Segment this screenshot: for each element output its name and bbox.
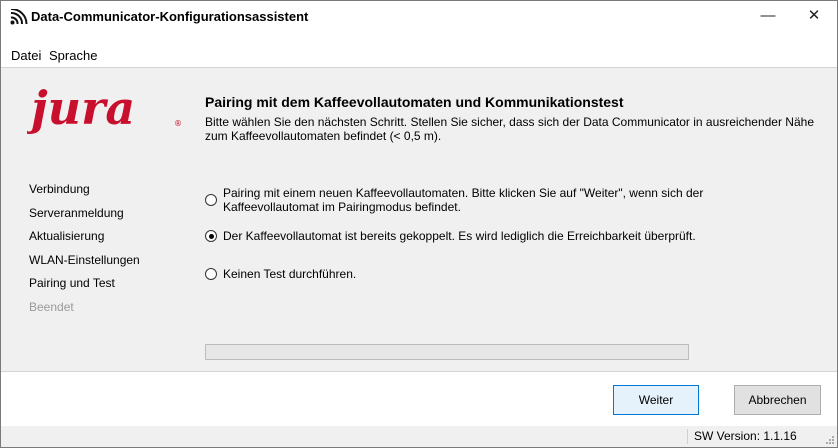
title-bar[interactable]: Data-Communicator-Konfigurationsassisten… bbox=[1, 1, 837, 31]
step-aktualisierung: Aktualisierung bbox=[29, 229, 105, 243]
page-title: Pairing mit dem Kaffeevollautomaten und … bbox=[205, 94, 624, 110]
window-title: Data-Communicator-Konfigurationsassisten… bbox=[31, 9, 309, 24]
jura-logo: jura ® bbox=[27, 81, 182, 135]
software-version: SW Version: 1.1.16 bbox=[694, 429, 797, 443]
resize-grip-icon[interactable] bbox=[825, 435, 835, 445]
wifi-signal-icon bbox=[10, 9, 28, 25]
progress-bar bbox=[205, 344, 689, 360]
menu-sprache[interactable]: Sprache bbox=[49, 46, 97, 66]
svg-text:®: ® bbox=[174, 119, 182, 128]
radio-new-pairing[interactable] bbox=[205, 194, 217, 206]
minimize-button[interactable]: — bbox=[745, 1, 791, 31]
status-bar: SW Version: 1.1.16 bbox=[1, 426, 837, 447]
page-description: Bitte wählen Sie den nächsten Schritt. S… bbox=[205, 115, 814, 143]
step-wlan-einstellungen: WLAN-Einstellungen bbox=[29, 252, 140, 267]
radio-no-test[interactable] bbox=[205, 268, 217, 280]
step-pairing-und-test: Pairing und Test bbox=[29, 276, 115, 290]
step-serveranmeldung: Serveranmeldung bbox=[29, 205, 124, 220]
step-verbindung: Verbindung bbox=[29, 182, 90, 196]
option-already-paired-label[interactable]: Der Kaffeevollautomat ist bereits gekopp… bbox=[223, 229, 783, 243]
step-beendet: Beendet bbox=[29, 299, 74, 314]
menu-bar: Datei Sprache bbox=[1, 46, 837, 66]
status-separator bbox=[687, 429, 688, 444]
radio-already-paired[interactable] bbox=[205, 230, 217, 242]
option-no-test-label[interactable]: Keinen Test durchführen. bbox=[223, 267, 783, 281]
cancel-button[interactable]: Abbrechen bbox=[734, 385, 821, 415]
option-new-pairing-label[interactable]: Pairing mit einem neuen Kaffeevollautoma… bbox=[223, 186, 783, 214]
wizard-steps: Verbindung Serveranmeldung Aktualisierun… bbox=[29, 182, 140, 323]
next-button[interactable]: Weiter bbox=[613, 385, 699, 415]
wizard-content: jura ® Pairing mit dem Kaffeevollautomat… bbox=[1, 67, 837, 372]
jura-logo-text: jura bbox=[27, 81, 135, 135]
wizard-window: Data-Communicator-Konfigurationsassisten… bbox=[0, 0, 838, 448]
close-button[interactable]: ✕ bbox=[791, 1, 837, 31]
menu-datei[interactable]: Datei bbox=[11, 46, 41, 66]
